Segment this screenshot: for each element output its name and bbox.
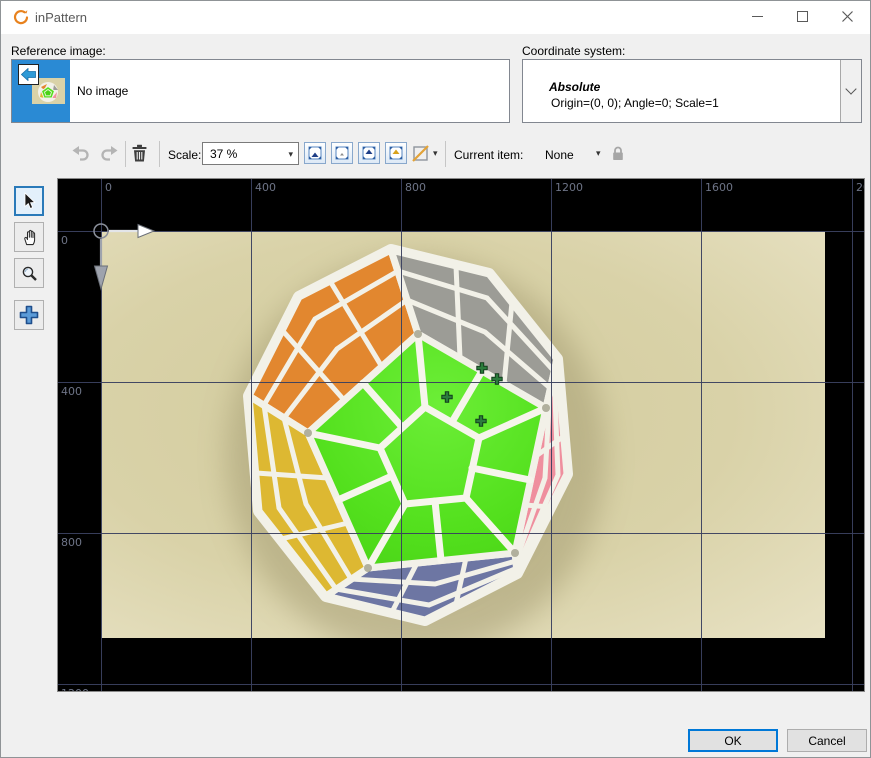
ok-button-label: OK: [724, 734, 741, 748]
reference-photo: [101, 231, 825, 638]
grid-line: [58, 382, 864, 383]
magnify-tool-button[interactable]: [14, 258, 44, 288]
free-zoom-button[interactable]: [409, 142, 431, 164]
delete-button[interactable]: [128, 142, 150, 164]
coordinate-system-panel[interactable]: Absolute Origin=(0, 0); Angle=0; Scale=1: [522, 59, 862, 123]
zoom-original-size-button[interactable]: [331, 142, 353, 164]
toolbar-separator: [159, 141, 160, 167]
scale-combobox[interactable]: 37 % ▾: [202, 142, 299, 165]
zoom-to-fit-button[interactable]: [304, 142, 326, 164]
ruler-label-top: 0: [105, 181, 112, 194]
zoom-original-size-icon: [334, 145, 350, 161]
ruler-label-top: 2000: [856, 181, 865, 194]
app-logo-icon: [12, 9, 29, 26]
scale-value: 37 %: [210, 147, 237, 161]
current-item-label: Current item:: [454, 148, 523, 162]
grid-line: [551, 179, 552, 691]
current-item-value[interactable]: None: [545, 148, 574, 162]
add-point-tool-button[interactable]: [14, 300, 44, 330]
coordinate-system-label: Coordinate system:: [522, 44, 625, 58]
window-title: inPattern: [35, 10, 87, 25]
chevron-down-icon[interactable]: ▾: [433, 148, 438, 159]
lock-button[interactable]: [607, 142, 629, 164]
redo-icon: [99, 143, 119, 163]
scale-label: Scale:: [168, 148, 201, 162]
cursor-arrow-icon: [21, 192, 37, 210]
grid-line: [58, 684, 864, 685]
import-image-button[interactable]: [18, 64, 39, 85]
maximize-button[interactable]: [780, 1, 825, 32]
chevron-down-icon: ▾: [288, 149, 293, 160]
grid-line: [701, 179, 702, 691]
cancel-button-label: Cancel: [808, 734, 845, 748]
no-zoom-icon: [411, 144, 430, 163]
canvas-viewport[interactable]: 0 400 800 1200 1600 2000 0 400 800 1200: [57, 178, 865, 692]
ruler-label-top: 800: [405, 181, 426, 194]
magnifier-icon: [21, 265, 38, 282]
zoom-fill-icon: [388, 145, 404, 161]
reference-status-text: No image: [77, 84, 128, 98]
ruler-label-left: 800: [61, 536, 82, 549]
zoom-to-fit-icon: [307, 145, 323, 161]
blue-left-arrow-icon: [21, 68, 36, 81]
ruler-label-left: 0: [61, 234, 68, 247]
grid-line: [58, 231, 864, 232]
ruler-label-top: 1200: [555, 181, 583, 194]
grid-line: [251, 179, 252, 691]
ruler-label-left: 1200: [61, 687, 89, 692]
chevron-down-icon[interactable]: ▾: [596, 148, 601, 159]
lock-icon: [610, 144, 626, 162]
cancel-button[interactable]: Cancel: [787, 729, 867, 752]
grid-line: [852, 179, 853, 691]
ok-button[interactable]: OK: [688, 729, 778, 752]
close-button[interactable]: [825, 1, 870, 32]
toolbar-separator: [445, 141, 446, 167]
select-tool-button[interactable]: [14, 186, 44, 216]
undo-icon: [71, 143, 91, 163]
grid-line: [101, 179, 102, 691]
ruler-label-top: 400: [255, 181, 276, 194]
minimize-button[interactable]: [735, 1, 780, 32]
reference-image-label: Reference image:: [11, 44, 106, 58]
zoom-fit-width-icon: [361, 145, 377, 161]
blue-plus-icon: [19, 305, 39, 325]
maximize-icon: [797, 11, 808, 22]
trash-icon: [130, 143, 149, 163]
ruler-label-top: 1600: [705, 181, 733, 194]
inpattern-dialog: inPattern Reference image:: [0, 0, 871, 758]
zoom-fit-width-button[interactable]: [358, 142, 380, 164]
chevron-down-icon: [845, 83, 856, 94]
close-icon: [842, 11, 853, 22]
reference-image-panel: No image: [11, 59, 510, 123]
toolbar-separator: [125, 141, 126, 167]
coordinate-dropdown-button[interactable]: [840, 60, 861, 122]
minimize-icon: [752, 11, 763, 22]
reference-thumbnail-slot[interactable]: [12, 60, 70, 122]
undo-button[interactable]: [70, 142, 92, 164]
coordinate-mode: Absolute: [549, 80, 600, 94]
grid-line: [401, 179, 402, 691]
grid-line: [58, 533, 864, 534]
hand-icon: [20, 228, 38, 246]
megaminx-image: [101, 231, 825, 638]
title-bar: inPattern: [1, 1, 870, 34]
coordinate-params: Origin=(0, 0); Angle=0; Scale=1: [551, 96, 719, 110]
redo-button[interactable]: [98, 142, 120, 164]
ruler-label-left: 400: [61, 385, 82, 398]
zoom-fill-button[interactable]: [385, 142, 407, 164]
pan-tool-button[interactable]: [14, 222, 44, 252]
